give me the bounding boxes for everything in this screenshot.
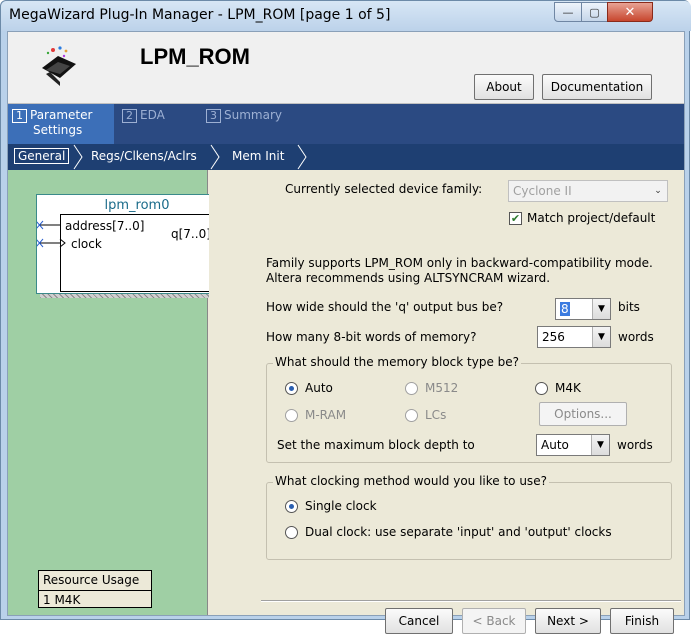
single-clock-label: Single clock	[305, 499, 377, 513]
back-button[interactable]: < Back	[462, 608, 526, 634]
next-button[interactable]: Next >	[535, 608, 601, 634]
block-lcs-label: LCs	[425, 408, 447, 422]
tab-summary[interactable]: 3 Summary	[202, 104, 302, 144]
window-title: MegaWizard Plug-In Manager - LPM_ROM [pa…	[9, 7, 391, 23]
words-value: 256	[542, 330, 565, 344]
clocking-group: What clocking method would you like to u…	[266, 474, 672, 560]
minimize-icon: —	[562, 5, 574, 19]
crumb-mem-init[interactable]: Mem Init	[232, 149, 284, 163]
match-project-label: Match project/default	[527, 211, 656, 225]
words-select[interactable]: 256 ▼	[537, 326, 611, 348]
tab-label: Summary	[224, 108, 282, 122]
checkmark-icon: ✔	[510, 212, 521, 225]
chevron-right-icon	[210, 144, 220, 170]
q-width-select[interactable]: 8 ▼	[555, 298, 611, 320]
footer-separator	[261, 600, 681, 602]
tab-number: 2	[122, 109, 137, 123]
breadcrumb: General Regs/Clkens/Aclrs Mem Init	[8, 144, 684, 170]
maximize-icon: ▢	[589, 5, 600, 19]
block-type-group: What should the memory block type be? Au…	[266, 355, 672, 463]
title-bar[interactable]: MegaWizard Plug-In Manager - LPM_ROM [pa…	[1, 1, 691, 31]
close-icon: ✕	[624, 4, 636, 20]
block-auto-label: Auto	[305, 381, 333, 395]
resource-usage-value: 1 M4K	[43, 593, 81, 607]
crumb-general[interactable]: General	[14, 148, 70, 164]
block-auto-radio[interactable]	[285, 382, 298, 395]
resource-usage-title: Resource Usage	[39, 571, 151, 591]
client-area: LPM_ROM About Documentation 1 Parameter S…	[7, 31, 685, 634]
wizard-tabs: 1 Parameter Settings 2 EDA 3 Summary	[8, 104, 684, 144]
tab-label: Parameter	[30, 108, 93, 122]
port-wires-icon	[37, 220, 237, 248]
note-line-1: Family supports LPM_ROM only in backward…	[266, 256, 653, 270]
block-mram-label: M-RAM	[305, 408, 347, 422]
max-depth-select[interactable]: Auto ▼	[536, 434, 610, 456]
q-width-value: 8	[560, 302, 570, 316]
documentation-button[interactable]: Documentation	[542, 74, 652, 100]
about-button[interactable]: About	[474, 74, 534, 100]
words-label: How many 8-bit words of memory?	[266, 330, 477, 344]
maximize-button[interactable]: ▢	[581, 2, 608, 22]
device-family-label: Currently selected device family:	[285, 182, 483, 196]
max-depth-label: Set the maximum block depth to	[277, 438, 475, 452]
chevron-down-icon: ▼	[592, 299, 610, 319]
chevron-right-icon	[297, 144, 307, 170]
block-mram-radio[interactable]	[285, 409, 298, 422]
tab-number: 3	[206, 109, 221, 123]
note-line-2: Altera recommends using ALTSYNCRAM wizar…	[266, 271, 551, 285]
parameter-form: Currently selected device family: Cyclon…	[209, 170, 684, 634]
block-m4k-label: M4K	[555, 381, 581, 395]
resource-usage-box: Resource Usage 1 M4K	[38, 570, 152, 608]
q-width-unit: bits	[618, 300, 640, 314]
max-depth-value: Auto	[541, 438, 569, 452]
device-family-value: Cyclone II	[513, 184, 572, 198]
tab-parameter-settings[interactable]: 1 Parameter Settings	[8, 104, 114, 144]
close-button[interactable]: ✕	[607, 2, 653, 22]
chevron-right-icon	[73, 144, 83, 170]
tab-label-line2: Settings	[33, 123, 83, 137]
max-depth-unit: words	[617, 438, 653, 452]
chevron-down-icon: ▼	[592, 327, 610, 347]
symbol-panel: lpm_rom0 address[7..0] clock q[7..0] Res…	[8, 170, 240, 615]
dual-clock-label: Dual clock: use separate 'input' and 'ou…	[305, 525, 612, 539]
tab-label: EDA	[140, 108, 165, 122]
wizard-window: MegaWizard Plug-In Manager - LPM_ROM [pa…	[0, 0, 691, 634]
options-button[interactable]: Options...	[539, 402, 627, 426]
finish-button[interactable]: Finish	[610, 608, 674, 634]
words-unit: words	[618, 330, 654, 344]
block-m512-label: M512	[425, 381, 459, 395]
device-family-select[interactable]: Cyclone II ⌄	[508, 180, 668, 202]
block-m512-radio[interactable]	[405, 382, 418, 395]
tab-number: 1	[12, 109, 27, 123]
chevron-down-icon: ⌄	[649, 181, 667, 201]
cancel-button[interactable]: Cancel	[385, 608, 453, 634]
block-type-legend: What should the memory block type be?	[273, 355, 522, 369]
match-project-checkbox[interactable]: ✔	[509, 212, 522, 225]
header: LPM_ROM About Documentation	[8, 32, 684, 104]
crumb-regs-clkens-aclrs[interactable]: Regs/Clkens/Aclrs	[91, 149, 197, 163]
clocking-legend: What clocking method would you like to u…	[273, 474, 549, 488]
block-m4k-radio[interactable]	[535, 382, 548, 395]
q-width-label: How wide should the 'q' output bus be?	[266, 300, 504, 314]
symbol-block: lpm_rom0 address[7..0] clock q[7..0]	[36, 194, 237, 294]
single-clock-radio[interactable]	[285, 500, 298, 513]
minimize-button[interactable]: —	[554, 2, 582, 22]
tab-eda[interactable]: 2 EDA	[118, 104, 198, 144]
chip-logo-icon	[42, 46, 76, 86]
chevron-down-icon: ▼	[591, 435, 609, 455]
dual-clock-radio[interactable]	[285, 526, 298, 539]
page-heading: LPM_ROM	[140, 44, 250, 69]
block-lcs-radio[interactable]	[405, 409, 418, 422]
